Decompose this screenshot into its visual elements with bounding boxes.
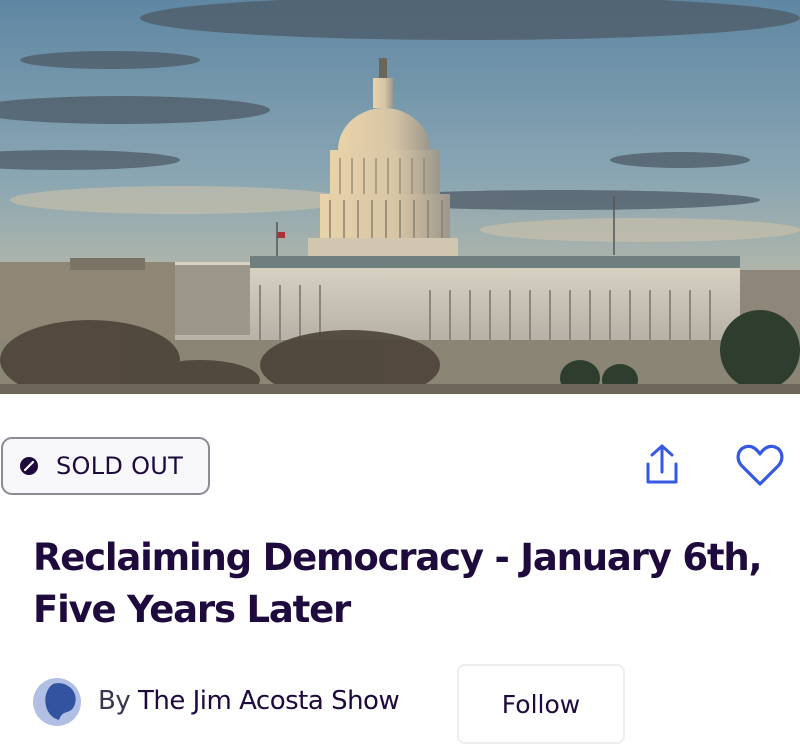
by-label: By — [98, 686, 131, 716]
follow-button[interactable]: Follow — [457, 664, 625, 744]
status-badge-label: SOLD OUT — [56, 452, 184, 480]
organizer-avatar[interactable] — [33, 678, 81, 726]
organizer-name[interactable]: The Jim Acosta Show — [138, 686, 400, 716]
hero-image — [0, 0, 800, 394]
event-title: Reclaiming Democracy - January 6th, Five… — [33, 536, 763, 631]
share-icon — [639, 442, 685, 492]
blocked-icon — [19, 456, 39, 476]
status-badge: SOLD OUT — [1, 437, 210, 495]
share-button[interactable] — [636, 441, 688, 493]
like-button[interactable] — [733, 442, 787, 492]
heart-icon — [736, 443, 784, 491]
organizer-byline: By The Jim Acosta Show — [98, 686, 400, 716]
